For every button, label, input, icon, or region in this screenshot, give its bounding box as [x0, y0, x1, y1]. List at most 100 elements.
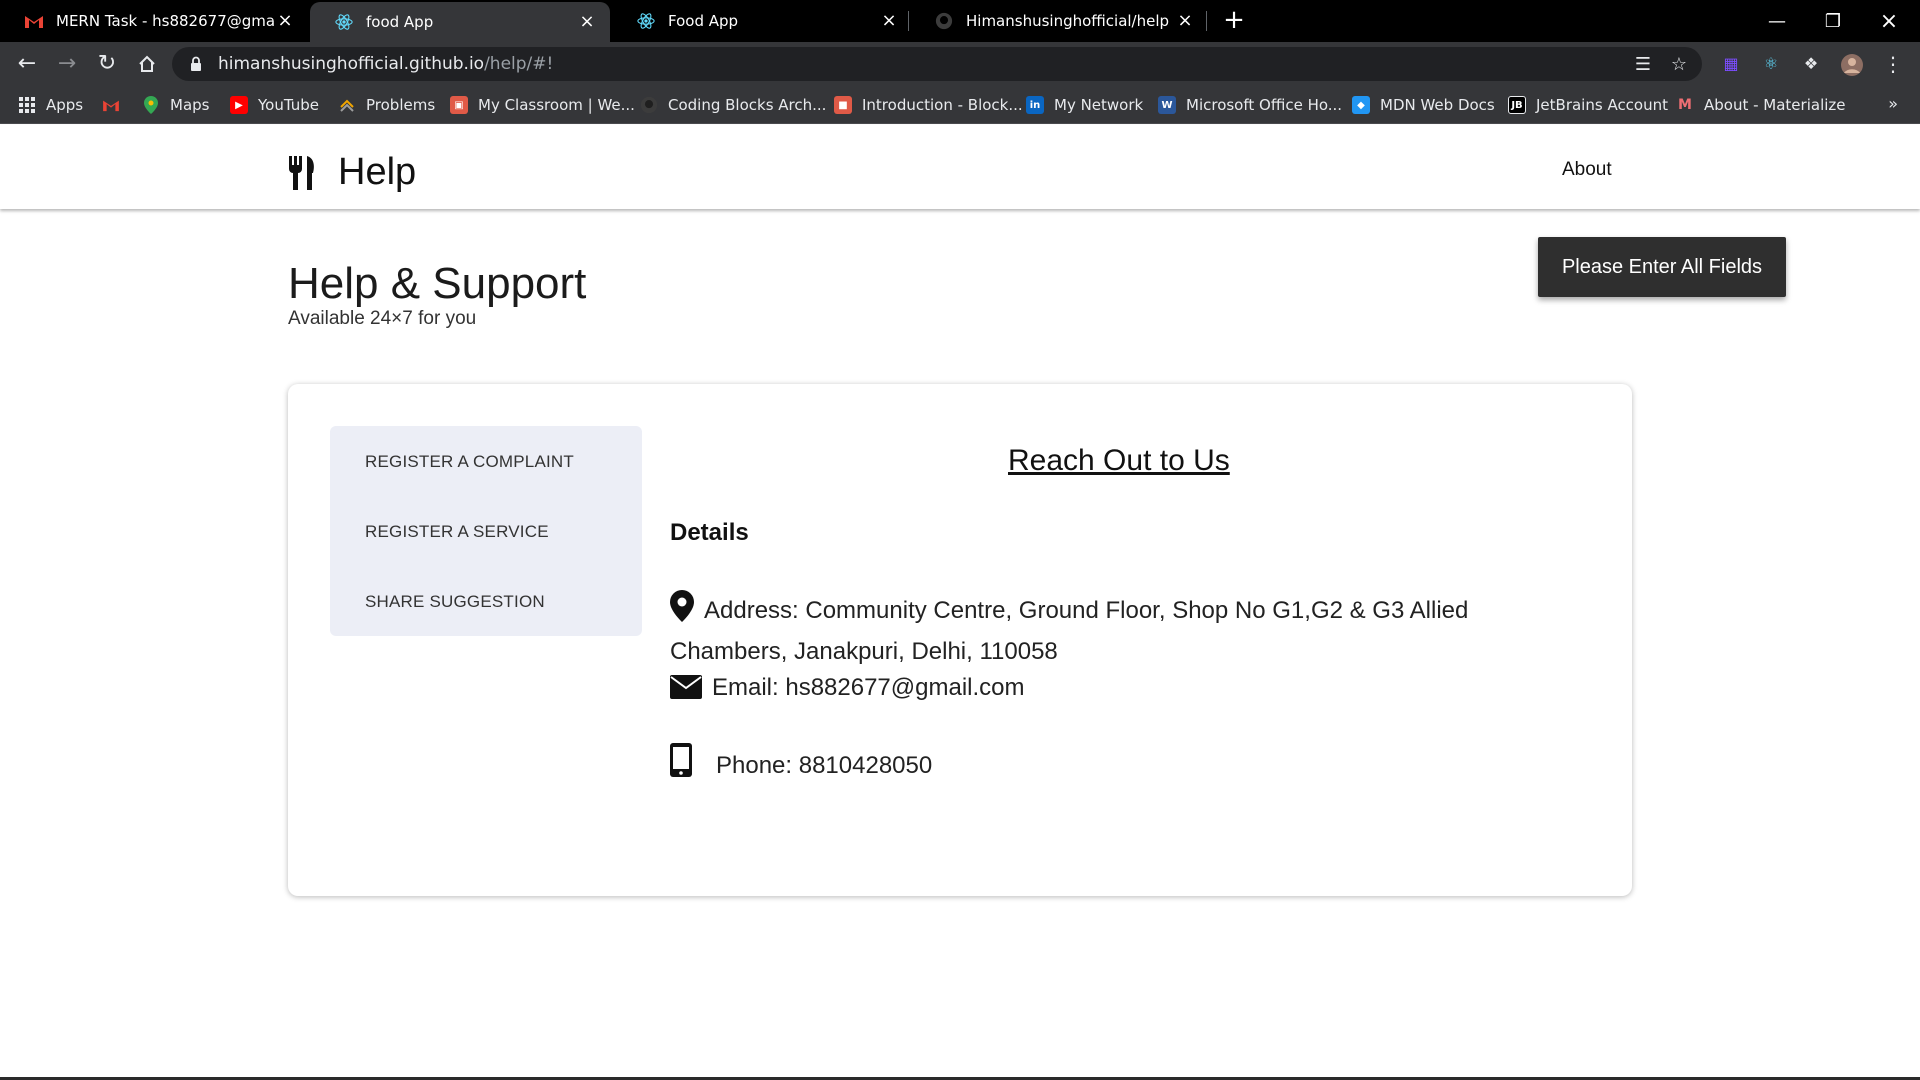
- lock-icon: [190, 56, 202, 72]
- page-title: Help & Support: [288, 259, 587, 308]
- sidebar-item-register-complaint[interactable]: REGISTER A COMPLAINT: [365, 452, 574, 472]
- translate-icon[interactable]: ☰: [1632, 54, 1654, 76]
- reach-out-heading: Reach Out to Us: [1008, 444, 1230, 477]
- brand-logo[interactable]: Help: [288, 151, 416, 194]
- minimize-icon[interactable]: —: [1750, 0, 1804, 42]
- email-text: Email: hs882677@gmail.com: [712, 674, 1025, 701]
- jetbrains-icon: JB: [1508, 96, 1526, 114]
- bookmark-label: About - Materialize: [1704, 96, 1846, 114]
- forward-arrow-icon[interactable]: →: [52, 49, 82, 79]
- back-arrow-icon[interactable]: ←: [12, 49, 42, 79]
- bookmark-maps[interactable]: Maps: [142, 94, 209, 116]
- home-icon[interactable]: [132, 49, 162, 79]
- word-icon: W: [1158, 96, 1176, 114]
- tab-title: food App: [366, 13, 434, 31]
- bookmark-label: Microsoft Office Ho...: [1186, 96, 1343, 114]
- bookmarks-bar: Apps Maps ▶ YouTube Problems ▣ My Classr…: [0, 86, 1920, 124]
- bookmark-label: JetBrains Account: [1536, 96, 1669, 114]
- browser-tab-strip: MERN Task - hs882677@gmail.co × food App…: [0, 0, 1920, 42]
- tab-mern-task[interactable]: MERN Task - hs882677@gmail.co ×: [0, 0, 308, 42]
- bookmark-label: MDN Web Docs: [1380, 96, 1495, 114]
- fork-knife-icon: [288, 155, 316, 190]
- react-icon: [334, 12, 354, 32]
- cube-icon: ■: [834, 96, 852, 114]
- codeforces-icon: [338, 96, 356, 114]
- site-navbar: Help About: [0, 125, 1920, 209]
- tab-food-app-active[interactable]: food App ×: [310, 2, 610, 42]
- bookmark-label: My Classroom | We...: [478, 96, 635, 114]
- maps-pin-icon: [142, 96, 160, 114]
- react-devtools-icon[interactable]: ⚛: [1760, 53, 1782, 75]
- support-sidebar: REGISTER A COMPLAINT REGISTER A SERVICE …: [330, 426, 642, 636]
- bookmark-my-network[interactable]: in My Network: [1026, 94, 1143, 116]
- envelope-icon: [670, 673, 712, 710]
- bookmark-introduction-block[interactable]: ■ Introduction - Block...: [834, 94, 1023, 116]
- profile-avatar[interactable]: [1840, 53, 1863, 76]
- gmail-icon: [24, 11, 44, 31]
- address-bar[interactable]: himanshusinghofficial.github.io/help/#! …: [172, 47, 1702, 81]
- tab-divider: [1206, 11, 1207, 31]
- page-subtitle: Available 24×7 for you: [288, 308, 477, 329]
- url-path: /help/#!: [484, 54, 554, 74]
- close-icon[interactable]: ×: [1176, 12, 1194, 30]
- sidebar-item-share-suggestion[interactable]: SHARE SUGGESTION: [365, 592, 545, 612]
- apps-grid-icon: [18, 96, 36, 114]
- url-text: himanshusinghofficial.github.io/help/#!: [218, 54, 553, 74]
- close-icon[interactable]: ×: [578, 13, 596, 31]
- bookmark-label: YouTube: [258, 96, 319, 114]
- tab-divider: [908, 11, 909, 31]
- phone-info: Phone: 8810428050: [670, 743, 932, 788]
- star-icon[interactable]: ☆: [1668, 54, 1690, 76]
- tab-food-app[interactable]: Food App ×: [612, 0, 912, 42]
- address-text: Address: Community Centre, Ground Floor,…: [670, 597, 1469, 665]
- browser-toolbar: ← → ↻ himanshusinghofficial.github.io/he…: [0, 42, 1920, 86]
- bookmark-apps[interactable]: Apps: [18, 94, 83, 116]
- bookmarks-overflow-chevron-icon[interactable]: »: [1888, 94, 1898, 113]
- restore-icon[interactable]: ❐: [1806, 0, 1860, 42]
- bookmark-problems[interactable]: Problems: [338, 94, 435, 116]
- phone-text: Phone: 8810428050: [716, 752, 933, 779]
- details-heading: Details: [670, 519, 749, 546]
- extension-icon[interactable]: ▦: [1720, 53, 1742, 75]
- tab-title: Himanshusinghofficial/help: [966, 12, 1170, 30]
- close-icon[interactable]: ×: [880, 12, 898, 30]
- bookmark-materialize[interactable]: M About - Materialize: [1676, 94, 1846, 116]
- close-icon[interactable]: ×: [276, 12, 294, 30]
- tab-title: Food App: [668, 12, 739, 30]
- toast-notification: Please Enter All Fields: [1538, 237, 1786, 297]
- mobile-phone-icon: [670, 743, 716, 788]
- page-content: Help About Please Enter All Fields Help …: [0, 125, 1920, 1080]
- bookmark-microsoft-office[interactable]: W Microsoft Office Ho...: [1158, 94, 1342, 116]
- reload-icon[interactable]: ↻: [92, 49, 122, 79]
- address-info: Address: Community Centre, Ground Floor,…: [670, 590, 1550, 670]
- window-close-icon[interactable]: ×: [1862, 0, 1916, 42]
- bookmark-label: Apps: [46, 96, 84, 114]
- bookmark-my-classroom[interactable]: ▣ My Classroom | We...: [450, 94, 635, 116]
- mdn-icon: ◆: [1352, 96, 1370, 114]
- bookmark-label: Coding Blocks Arch...: [668, 96, 827, 114]
- puzzle-extensions-icon[interactable]: ❖: [1800, 53, 1822, 75]
- kebab-menu-icon[interactable]: ⋮: [1882, 53, 1904, 75]
- bookmark-coding-blocks[interactable]: Coding Blocks Arch...: [640, 94, 826, 116]
- react-icon: [636, 11, 656, 31]
- map-marker-icon: [670, 590, 704, 633]
- bookmark-jetbrains[interactable]: JB JetBrains Account: [1508, 94, 1668, 116]
- bookmark-youtube[interactable]: ▶ YouTube: [230, 94, 319, 116]
- email-info: Email: hs882677@gmail.com: [670, 669, 1025, 710]
- github-icon: [640, 96, 658, 114]
- tab-github-help[interactable]: Himanshusinghofficial/help ×: [910, 0, 1208, 42]
- gmail-icon: [102, 96, 120, 114]
- sidebar-item-register-service[interactable]: REGISTER A SERVICE: [365, 522, 549, 542]
- url-host: himanshusinghofficial.github.io: [218, 54, 485, 74]
- brand-title: Help: [338, 151, 417, 193]
- github-icon: [934, 11, 954, 31]
- bookmark-mdn-web-docs[interactable]: ◆ MDN Web Docs: [1352, 94, 1495, 116]
- bookmark-label: Problems: [366, 96, 436, 114]
- bookmark-gmail[interactable]: [102, 94, 130, 116]
- new-tab-plus-icon[interactable]: +: [1220, 6, 1248, 34]
- classroom-icon: ▣: [450, 96, 468, 114]
- linkedin-icon: in: [1026, 96, 1044, 114]
- bookmark-label: Maps: [170, 96, 210, 114]
- nav-about-link[interactable]: About: [1562, 159, 1612, 181]
- materialize-icon: M: [1678, 97, 1692, 113]
